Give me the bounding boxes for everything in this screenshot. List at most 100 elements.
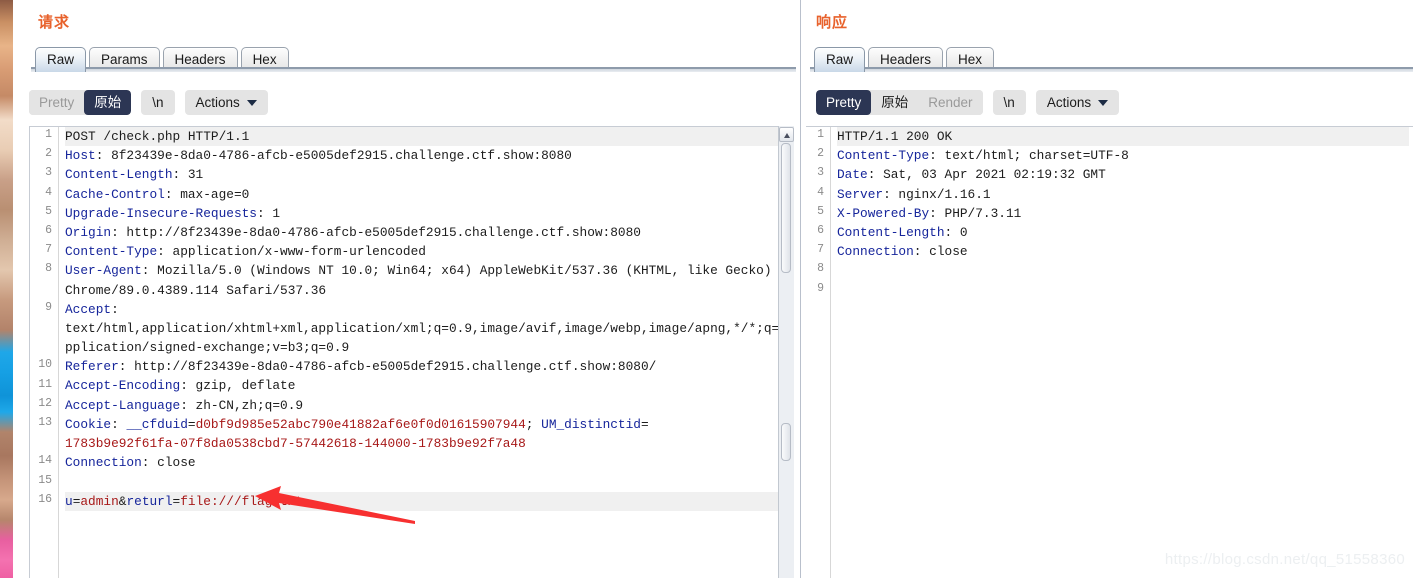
response-toolbar: Pretty 原始 Render \n Actions: [816, 90, 1129, 115]
request-code-line: Host: 8f23439e-8da0-4786-afcb-e5005def29…: [65, 146, 784, 165]
request-scrollbar-thumb-secondary[interactable]: [781, 423, 791, 461]
scroll-up-arrow-icon[interactable]: [779, 127, 794, 142]
request-line-number: 1: [45, 128, 52, 141]
response-render-button[interactable]: Render: [918, 90, 983, 115]
request-code-line: [65, 472, 784, 491]
request-code-line: Accept-Language: zh-CN,zh;q=0.9: [65, 396, 784, 415]
request-code-segment: POST /check.php HTTP/1.1: [65, 129, 250, 144]
request-panel: 请求 Raw Params Headers Hex Pretty 原始 \n Acti…: [13, 0, 800, 578]
request-raw-button[interactable]: 原始: [84, 90, 132, 115]
response-code-area[interactable]: HTTP/1.1 200 OK Content-Type: text/html; …: [837, 127, 1409, 578]
request-code-segment: : zh-CN,zh;q=0.9: [180, 397, 304, 413]
response-code-line: HTTP/1.1 200 OK: [837, 127, 1409, 147]
request-line-number: 3: [45, 166, 52, 180]
request-code-line: 1783b9e92f61fa-07f8da0538cbd7-57442618-1…: [65, 434, 784, 453]
request-line-number: 9: [45, 300, 52, 314]
request-code-segment: __cfduid: [126, 416, 188, 432]
request-code-line: u=admin&returl=file:///flag.txt: [65, 491, 784, 511]
request-tab-raw[interactable]: Raw: [35, 47, 87, 72]
response-code-segment: : text/html; charset=UTF-8: [929, 148, 1129, 164]
response-code-line: [837, 281, 1409, 300]
response-code-segment: Date: [837, 167, 868, 183]
response-gutter-divider: [830, 127, 831, 578]
request-code-segment: : 1: [257, 205, 281, 221]
chevron-down-icon: [246, 99, 257, 106]
response-code-segment: X-Powered-By: [837, 205, 930, 221]
request-code-segment: Accept-Encoding: [65, 378, 181, 394]
response-line-number: 8: [817, 262, 824, 276]
request-code-area[interactable]: POST /check.php HTTP/1.1 Host: 8f23439e-8…: [65, 127, 784, 578]
request-actions-label: Actions: [195, 95, 240, 110]
request-code-segment: Cookie: [65, 416, 112, 432]
request-code-line: Upgrade-Insecure-Requests: 1: [65, 204, 784, 223]
request-code-line: Cookie: __cfduid=d0bf9d985e52abc790e4188…: [65, 415, 784, 434]
request-code-segment: Content-Type: [65, 244, 158, 260]
response-code-line: Server: nginx/1.16.1: [837, 185, 1409, 204]
request-pretty-button[interactable]: Pretty: [29, 90, 85, 115]
response-newline-button[interactable]: \n: [992, 90, 1026, 115]
request-line-number: 11: [38, 377, 52, 391]
response-tab-underline: [810, 67, 1413, 72]
response-code-segment: HTTP/1.1 200 OK: [837, 129, 953, 144]
request-code-segment: : gzip, deflate: [180, 378, 296, 394]
request-scrollbar-thumb[interactable]: [781, 143, 791, 273]
chevron-down-icon: [1098, 99, 1109, 106]
request-code-segment: : http://8f23439e-8da0-4786-afcb-e5005de…: [118, 359, 657, 375]
request-vertical-scrollbar[interactable]: [778, 126, 794, 578]
response-line-number-gutter: 1 2 3 4 5 6 7 8 9: [806, 127, 830, 578]
request-panel-title: 请求: [38, 14, 71, 31]
response-raw-button[interactable]: 原始: [871, 90, 919, 115]
request-code-segment: admin: [80, 493, 119, 509]
request-code-segment: =: [187, 416, 196, 432]
response-code-segment: : close: [913, 244, 968, 260]
request-line-number: 2: [45, 147, 52, 161]
request-code-segment: : close: [141, 455, 196, 471]
request-code-segment: Host: [65, 148, 96, 164]
request-code-segment: Content-Length: [65, 167, 173, 183]
request-code-segment: Connection: [65, 455, 142, 471]
response-view-mode-group: Pretty 原始 Render: [816, 90, 983, 115]
request-line-number: 16: [38, 492, 52, 506]
request-code-segment: Referer: [65, 359, 119, 375]
response-code-line: Content-Type: text/html; charset=UTF-8: [837, 146, 1409, 165]
response-line-number: 3: [817, 166, 824, 180]
request-line-number: 7: [45, 243, 52, 257]
request-code-segment: : 8f23439e-8da0-4786-afcb-e5005def2915.c…: [95, 148, 572, 164]
request-line-number: 6: [45, 224, 52, 237]
request-code-line: POST /check.php HTTP/1.1: [65, 127, 784, 147]
request-gutter-divider: [58, 127, 59, 578]
request-line-number: 14: [38, 454, 52, 468]
response-code-segment: : Sat, 03 Apr 2021 02:19:32 GMT: [867, 167, 1106, 183]
desktop-wallpaper-strip: [0, 0, 13, 578]
response-code-segment: Content-Type: [837, 148, 930, 164]
response-actions-button[interactable]: Actions: [1035, 90, 1120, 115]
request-line-number-gutter: 1 2 3 4 5 6 7 8 9 10 11 12 13 14 15 16: [30, 127, 58, 578]
request-code-segment: u: [65, 493, 73, 509]
request-editor[interactable]: 1 2 3 4 5 6 7 8 9 10 11 12 13 14 15 16 POST /check.php …: [29, 126, 800, 578]
response-panel: 响应 Raw Headers Hex Pretty 原始 Render \n Act…: [806, 0, 1413, 578]
request-code-line: Accept-Encoding: gzip, deflate: [65, 376, 784, 395]
request-code-line: Referer: http://8f23439e-8da0-4786-afcb-…: [65, 357, 784, 376]
request-newline-button[interactable]: \n: [141, 90, 175, 115]
response-editor[interactable]: 1 2 3 4 5 6 7 8 9 HTTP/1.1 200 OK Content-Type: t…: [806, 126, 1413, 578]
request-view-mode-group: Pretty 原始: [29, 90, 132, 115]
response-tab-raw[interactable]: Raw: [814, 47, 866, 72]
response-line-number: 4: [817, 185, 824, 199]
response-code-line: Connection: close: [837, 242, 1409, 261]
request-line-number: 4: [45, 185, 52, 199]
response-line-number: 2: [817, 147, 824, 161]
request-code-segment: Chrome/89.0.4389.114 Safari/537.36: [65, 282, 327, 298]
request-code-segment: : application/x-www-form-urlencoded: [157, 244, 426, 260]
response-pretty-button[interactable]: Pretty: [816, 90, 872, 115]
request-code-segment: Upgrade-Insecure-Requests: [65, 205, 257, 221]
response-code-segment: Content-Length: [837, 224, 945, 240]
request-code-line: User-Agent: Mozilla/5.0 (Windows NT 10.0…: [65, 261, 784, 280]
request-line-number: 12: [38, 396, 52, 410]
request-code-segment: pplication/signed-exchange;v=b3;q=0.9: [65, 340, 350, 356]
response-line-number: 5: [817, 204, 824, 218]
response-line-number: 9: [817, 281, 824, 295]
response-line-number: 1: [817, 128, 824, 141]
request-code-segment: Accept-Language: [65, 397, 181, 413]
response-code-line: [837, 261, 1409, 280]
request-actions-button[interactable]: Actions: [184, 90, 268, 115]
